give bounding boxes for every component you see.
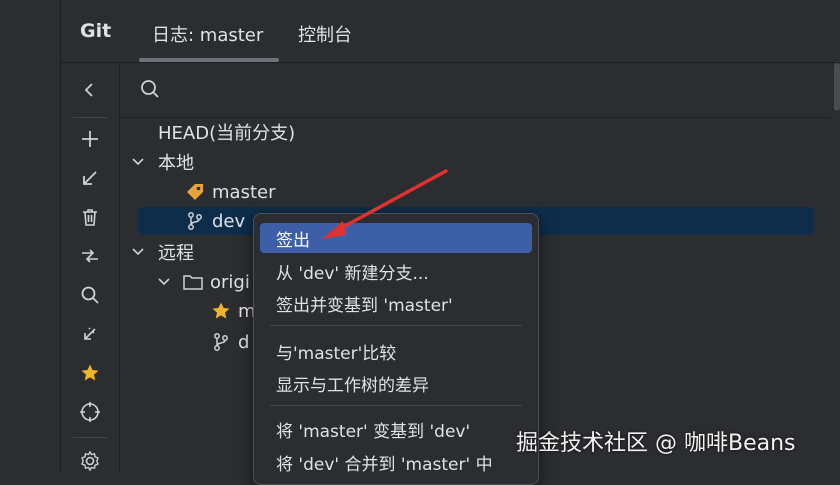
branches-toolbar (61, 63, 120, 472)
search-row (120, 63, 830, 118)
watermark: 掘金技术社区 @ 咖啡Beans (516, 431, 796, 456)
chevron-down-icon[interactable] (130, 154, 146, 170)
chevron-left-icon (84, 83, 93, 97)
toolbar-separator (73, 437, 107, 438)
tree-remote-group[interactable]: 远程 (130, 238, 194, 266)
tree-remote-origin-label: origi (210, 271, 250, 293)
settings-button[interactable] (75, 446, 105, 476)
plus-icon (82, 131, 98, 147)
tag-icon (184, 181, 206, 203)
star-icon (81, 364, 99, 381)
search-icon (141, 80, 159, 98)
menu-merge-dev-into-master[interactable]: 将 'dev' 合并到 'master' 中 (260, 447, 532, 477)
tab-log-master[interactable]: 日志: master (152, 21, 263, 47)
toolbar-separator (73, 117, 107, 118)
gear-icon (81, 450, 99, 472)
tree-local-label: 本地 (158, 153, 194, 174)
tree-head[interactable]: HEAD(当前分支) (158, 118, 295, 146)
branch-icon (210, 331, 232, 353)
menu-separator (270, 405, 522, 406)
tab-git[interactable]: Git (80, 20, 111, 42)
menu-checkout[interactable]: 签出 (260, 223, 532, 253)
branch-context-menu: 签出 从 'dev' 新建分支... 签出并变基到 'master' 与'mas… (253, 213, 539, 485)
search-input[interactable] (170, 77, 814, 105)
trash-icon (83, 209, 97, 226)
navigate-button[interactable] (75, 397, 105, 427)
tree-branch-master[interactable]: master (184, 178, 275, 206)
active-tab-indicator (139, 58, 279, 62)
menu-checkout-and-rebase[interactable]: 签出并变基到 'master' (260, 288, 532, 318)
branch-icon (184, 210, 206, 232)
menu-compare-with-master[interactable]: 与'master'比较 (260, 336, 532, 366)
tree-branch-master-label: master (212, 181, 276, 203)
tree-remote-dev-label: d (238, 331, 250, 353)
left-strip (0, 0, 61, 471)
new-branch-button[interactable] (75, 124, 105, 154)
tree-remote-label: 远程 (158, 243, 194, 264)
menu-separator (270, 325, 522, 326)
crosshair-icon (80, 402, 100, 422)
collapse-button[interactable] (75, 75, 105, 105)
tree-remote-dev[interactable]: d (210, 328, 249, 356)
menu-rebase-master-onto-dev[interactable]: 将 'master' 变基到 'dev' (260, 414, 532, 444)
magnifier-icon (81, 286, 99, 304)
tree-local-group[interactable]: 本地 (130, 148, 194, 176)
fetch-arrow-icon (84, 327, 96, 340)
search-branches-button[interactable] (75, 280, 105, 310)
tree-remote-origin[interactable]: origi (156, 268, 250, 296)
tab-console[interactable]: 控制台 (298, 21, 352, 47)
tree-branch-dev-label: dev (212, 210, 246, 232)
tree-head-label: HEAD(当前分支) (158, 123, 296, 144)
tree-remote-master[interactable]: m (210, 297, 256, 325)
tool-window-tabbar: Git 日志: master 控制台 (61, 0, 840, 63)
folder-icon (182, 271, 204, 293)
compare-arrows-icon (82, 249, 98, 263)
scrollbar[interactable] (834, 63, 840, 111)
menu-show-diff-with-worktree[interactable]: 显示与工作树的差异 (260, 368, 532, 398)
fetch-button[interactable] (75, 319, 105, 349)
star-icon (210, 300, 232, 322)
chevron-down-icon[interactable] (130, 244, 146, 260)
favorites-button[interactable] (75, 358, 105, 388)
update-button[interactable] (75, 163, 105, 193)
arrow-down-left-icon (83, 171, 97, 185)
chevron-down-icon[interactable] (156, 274, 172, 290)
delete-button[interactable] (75, 202, 105, 232)
compare-button[interactable] (75, 241, 105, 271)
menu-new-branch-from[interactable]: 从 'dev' 新建分支... (260, 256, 532, 286)
